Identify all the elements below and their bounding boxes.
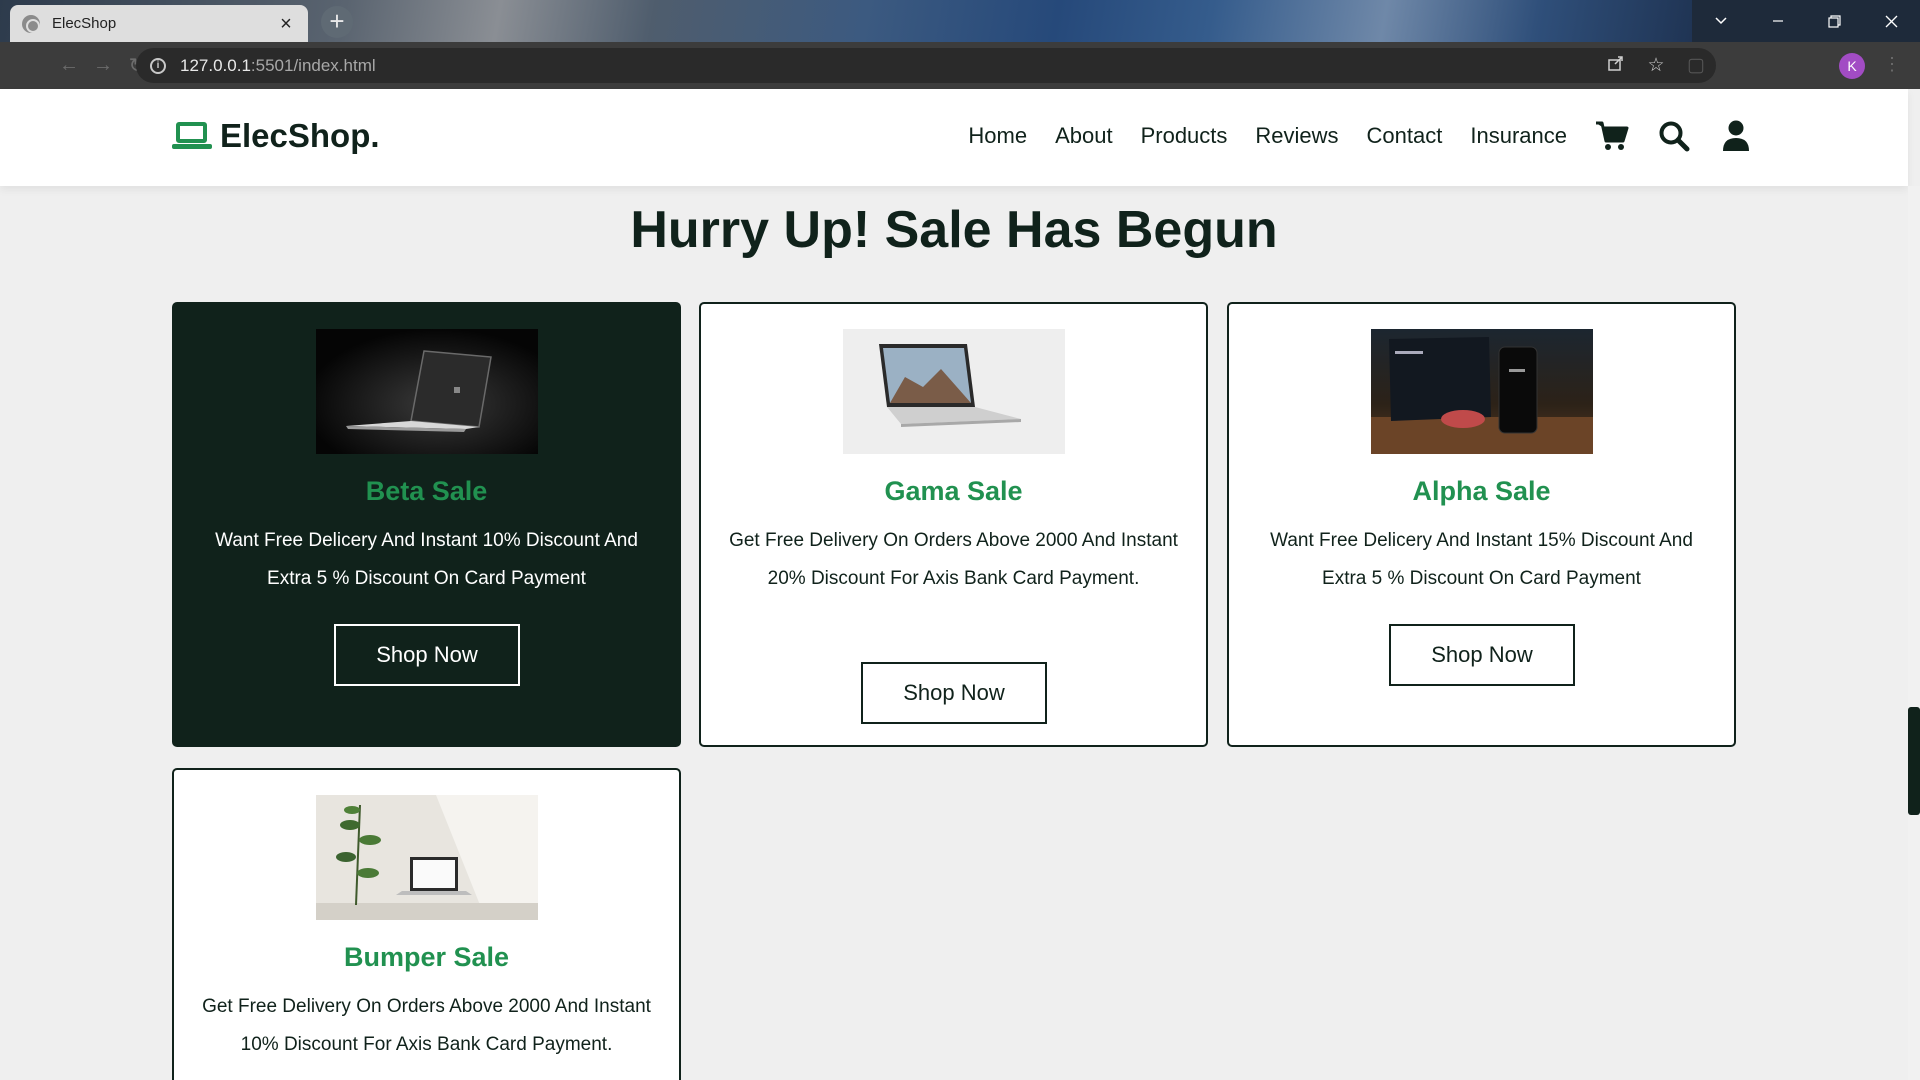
back-icon[interactable]: ← [52, 54, 86, 77]
close-tab-icon[interactable]: × [276, 14, 296, 34]
close-window-button[interactable] [1863, 0, 1920, 42]
shop-now-button[interactable]: Shop Now [1389, 624, 1575, 686]
shop-now-button[interactable]: Shop Now [861, 662, 1047, 724]
sale-description: Get Free Delivery On Orders Above 2000 A… [729, 530, 1178, 589]
minimize-button[interactable] [1749, 0, 1806, 42]
profile-avatar[interactable]: K [1839, 53, 1865, 79]
browser-menu-icon[interactable]: ⋮ [1883, 54, 1901, 75]
share-icon[interactable] [1596, 54, 1636, 78]
chevron-down-icon[interactable] [1692, 0, 1749, 42]
laptop-icon [172, 119, 212, 153]
sale-description: Get Free Delivery On Orders Above 2000 A… [202, 996, 651, 1055]
sale-title: Gama Sale [884, 476, 1023, 506]
scrollbar-thumb[interactable] [1908, 707, 1920, 815]
shop-now-button[interactable]: Shop Now [334, 624, 520, 686]
url-text: 127.0.0.1:5501/index.html [180, 55, 376, 75]
window-controls [1692, 0, 1920, 42]
new-tab-button[interactable]: + [321, 6, 353, 38]
forward-icon[interactable]: → [86, 54, 120, 77]
sale-image [1371, 329, 1593, 454]
sale-title: Alpha Sale [1412, 476, 1551, 506]
sale-image [316, 329, 538, 454]
browser-tab[interactable]: ElecShop × [10, 5, 308, 42]
nav-contact[interactable]: Contact [1367, 123, 1443, 149]
sale-image [316, 795, 538, 920]
cart-icon[interactable] [1595, 119, 1629, 153]
sale-card-bumper: Bumper Sale Get Free Delivery On Orders … [172, 768, 681, 1080]
url-field[interactable]: i 127.0.0.1:5501/index.html ☆ ▢ [136, 48, 1716, 83]
sale-card-beta: Beta Sale Want Free Delicery And Instant… [172, 302, 681, 747]
sale-description: Want Free Delicery And Instant 10% Disco… [215, 530, 638, 589]
sale-title: Bumper Sale [343, 942, 510, 972]
nav-insurance[interactable]: Insurance [1470, 123, 1567, 149]
address-bar: ← → ↻ i 127.0.0.1:5501/index.html ☆ ▢ K … [0, 42, 1920, 89]
sale-description: Want Free Delicery And Instant 15% Disco… [1270, 530, 1693, 589]
site-header: ElecShop. Home About Products Reviews Co… [0, 89, 1908, 186]
globe-icon [22, 14, 40, 33]
sale-card-alpha: Alpha Sale Want Free Delicery And Instan… [1227, 302, 1736, 747]
tab-title: ElecShop [52, 15, 117, 32]
sale-heading: Hurry Up! Sale Has Begun [630, 201, 1278, 259]
nav-products[interactable]: Products [1141, 123, 1228, 149]
main-nav: Home About Products Reviews Contact Insu… [940, 119, 1753, 153]
extension-icon[interactable]: ▢ [1676, 54, 1716, 77]
nav-about[interactable]: About [1055, 123, 1113, 149]
restore-button[interactable] [1806, 0, 1863, 42]
logo-text: ElecShop. [220, 117, 380, 154]
nav-reviews[interactable]: Reviews [1255, 123, 1338, 149]
nav-home[interactable]: Home [968, 123, 1027, 149]
sale-card-gama: Gama Sale Get Free Delivery On Orders Ab… [699, 302, 1208, 747]
info-icon[interactable]: i [150, 57, 166, 74]
bookmark-star-icon[interactable]: ☆ [1636, 54, 1676, 77]
site-logo[interactable]: ElecShop. [172, 117, 380, 155]
search-icon[interactable] [1657, 119, 1691, 153]
browser-titlebar: ElecShop × + [0, 0, 1920, 42]
sale-image [843, 329, 1065, 454]
user-icon[interactable] [1719, 119, 1753, 153]
page-scrollbar[interactable] [1908, 186, 1920, 1080]
sale-title: Beta Sale [365, 476, 488, 506]
